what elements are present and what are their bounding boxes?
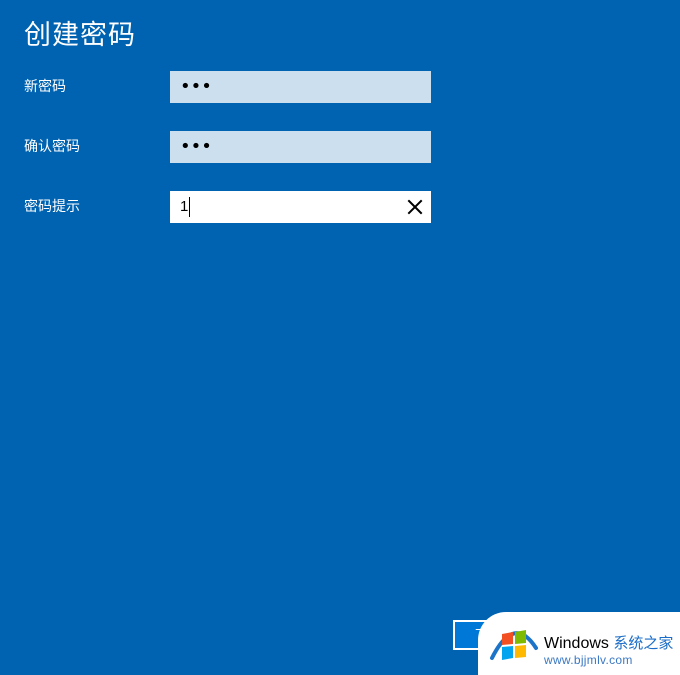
password-hint-value: 1 bbox=[180, 198, 189, 215]
clear-input-button[interactable] bbox=[405, 197, 425, 217]
close-icon bbox=[407, 199, 423, 215]
text-caret bbox=[189, 197, 191, 217]
confirm-password-input[interactable]: ••• bbox=[170, 131, 431, 163]
watermark-brand-name: Windows bbox=[544, 635, 609, 652]
site-watermark: Windows 系统之家 www.bjjmlv.com bbox=[478, 612, 680, 675]
watermark-url: www.bjjmlv.com bbox=[544, 653, 633, 667]
confirm-password-label: 确认密码 bbox=[24, 139, 80, 155]
windows-logo-icon bbox=[490, 630, 538, 660]
watermark-brand-sub: 系统之家 bbox=[613, 635, 674, 652]
new-password-label: 新密码 bbox=[24, 79, 66, 95]
watermark-brand: Windows 系统之家 bbox=[544, 632, 673, 653]
password-hint-input[interactable]: 1 bbox=[170, 191, 431, 223]
page-title: 创建密码 bbox=[24, 20, 136, 51]
new-password-value: ••• bbox=[180, 76, 212, 97]
new-password-input[interactable]: ••• bbox=[170, 71, 431, 103]
confirm-password-value: ••• bbox=[180, 136, 212, 157]
password-hint-label: 密码提示 bbox=[24, 199, 80, 215]
